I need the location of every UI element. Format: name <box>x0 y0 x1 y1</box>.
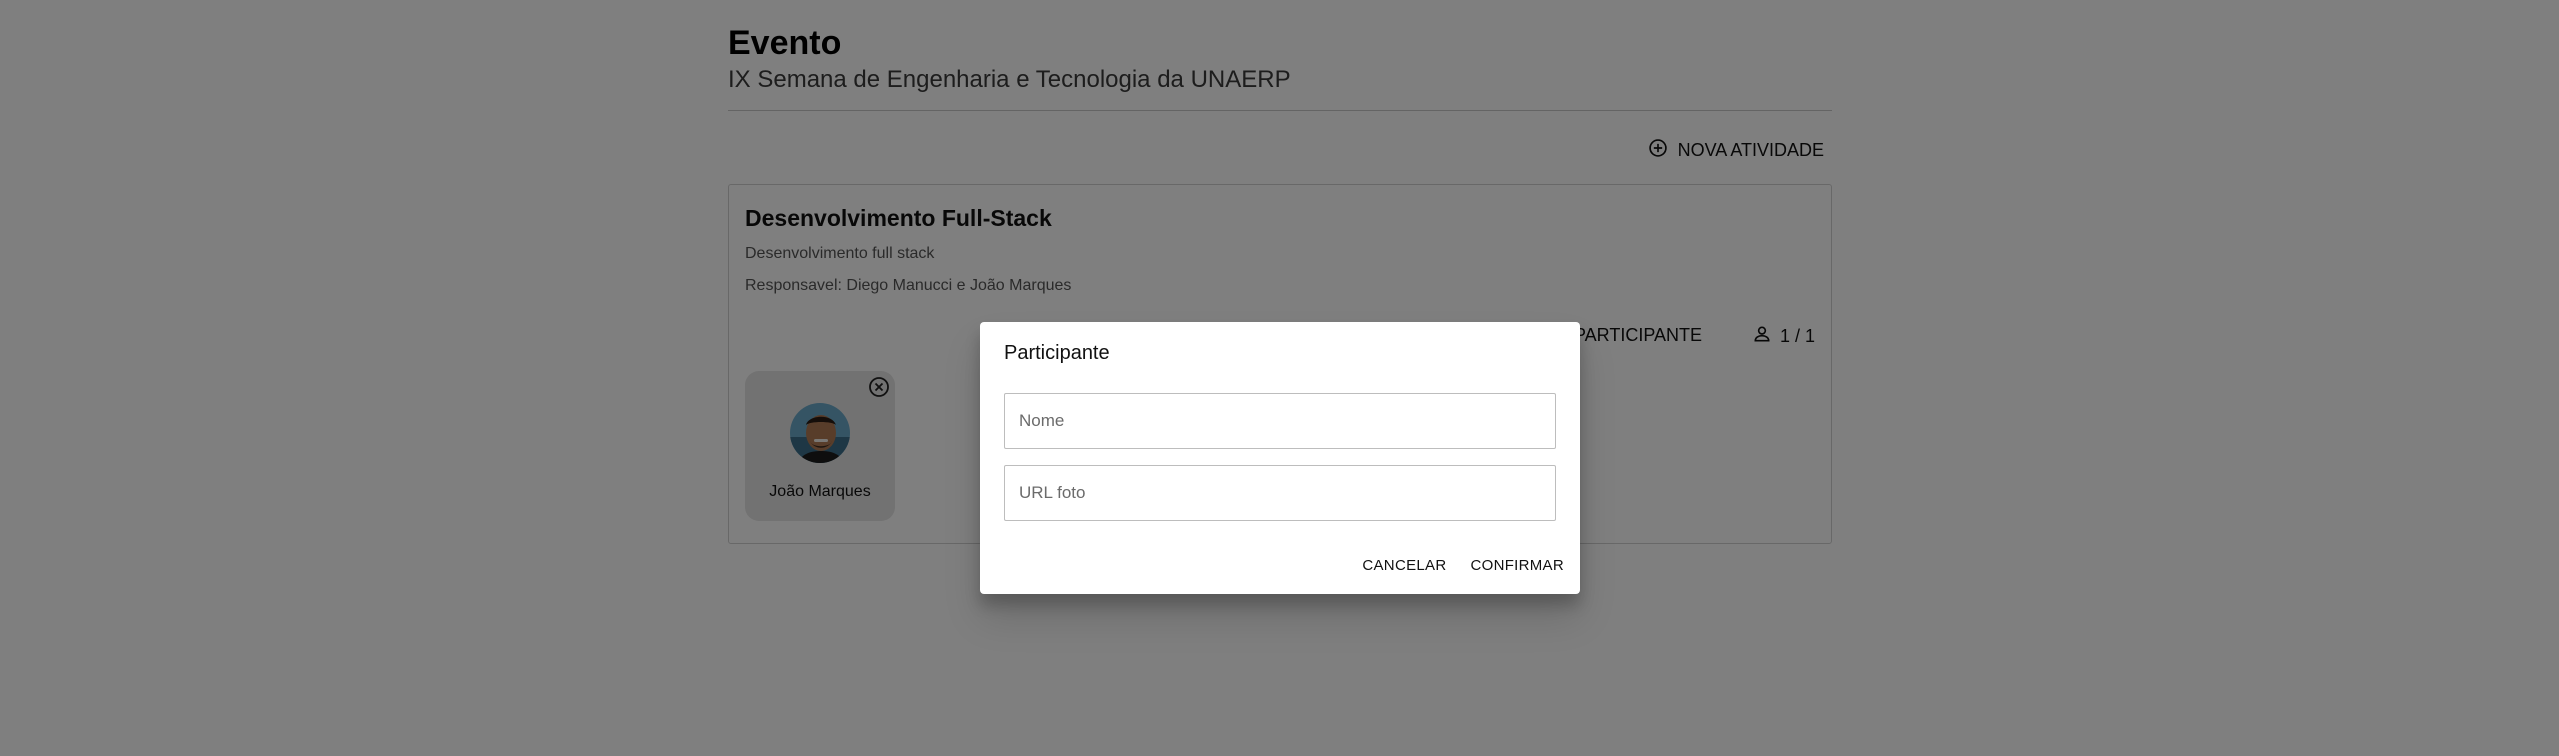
photo-url-input[interactable] <box>1004 465 1556 521</box>
participant-dialog: Participante CANCELAR CONFIRMAR <box>980 322 1580 594</box>
name-input[interactable] <box>1004 393 1556 449</box>
dialog-actions: CANCELAR CONFIRMAR <box>1362 557 1564 574</box>
cancel-button[interactable]: CANCELAR <box>1362 557 1446 574</box>
dialog-title: Participante <box>1004 342 1110 364</box>
confirm-button[interactable]: CONFIRMAR <box>1470 557 1564 574</box>
